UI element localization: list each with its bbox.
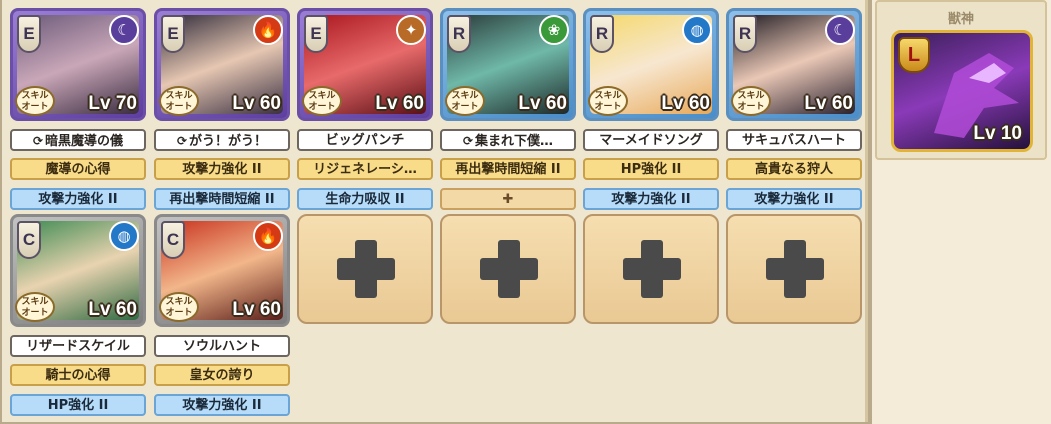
party-panel: E ☾ スキル オート Lv 70 ⟳ 暗黒魔導の儀 魔導の心得 攻撃力強化 II… (2, 0, 868, 422)
skill-name: サキュバスハート (741, 133, 846, 148)
unit-portrait-card[interactable]: C 🔥 スキル オート Lv 60 (154, 214, 290, 327)
skill-auto-badge: スキル オート (445, 86, 485, 116)
skill-label[interactable]: ⟳ 暗黒魔導の儀 (10, 129, 146, 151)
skill-name: 集まれ下僕… (475, 134, 554, 149)
rank-badge: E (17, 15, 41, 53)
unit-level: Lv 70 (88, 93, 137, 114)
ability-1[interactable]: 攻撃力強化 II (154, 158, 290, 180)
unit-level: Lv 60 (88, 299, 137, 320)
skill-name: 暗黒魔導の儀 (45, 134, 124, 149)
plus-icon-bar (623, 258, 681, 280)
skill-label[interactable]: ソウルハント (154, 335, 290, 357)
beast-level: Lv 10 (973, 123, 1022, 144)
skill-auto-badge: スキル オート (588, 86, 628, 116)
skill-label[interactable]: ⟳ がう！がう！ (154, 129, 290, 151)
ability-2[interactable]: HP強化 II (10, 394, 146, 416)
plus-icon: ✚ (502, 192, 514, 207)
unit-portrait-card[interactable]: E ✦ スキル オート Lv 60 (297, 8, 433, 121)
skill-label[interactable]: リザードスケイル (10, 335, 146, 357)
unit-portrait-card[interactable]: R ☾ スキル オート Lv 60 (726, 8, 862, 121)
cycle-icon: ⟳ (176, 134, 188, 148)
skill-label[interactable]: サキュバスハート (726, 129, 862, 151)
empty-unit-slot[interactable] (440, 214, 576, 324)
dark-element-icon: ☾ (109, 15, 139, 45)
water-element-icon: ◍ (682, 15, 712, 45)
rank-badge: E (304, 15, 328, 53)
fire-element-icon: 🔥 (253, 221, 283, 251)
skill-auto-badge: スキル オート (731, 86, 771, 116)
earth-element-icon: ✦ (396, 15, 426, 45)
rank-badge: C (161, 221, 185, 259)
unit-level: Lv 60 (804, 93, 853, 114)
unit-portrait-card[interactable]: R ◍ スキル オート Lv 60 (583, 8, 719, 121)
ability-2[interactable]: 生命力吸収 II (297, 188, 433, 210)
empty-unit-slot[interactable] (583, 214, 719, 324)
dark-element-icon: ☾ (825, 15, 855, 45)
skill-auto-badge: スキル オート (159, 292, 199, 322)
cycle-icon: ⟳ (462, 134, 474, 148)
unit-level: Lv 60 (661, 93, 710, 114)
skill-name: リザードスケイル (26, 339, 130, 354)
beast-god-card[interactable]: L Lv 10 (891, 30, 1033, 152)
ability-1[interactable]: リジェネレーシ… (297, 158, 433, 180)
beast-god-title: 獣神 (947, 12, 974, 27)
empty-unit-slot[interactable] (297, 214, 433, 324)
ability-2[interactable]: 再出撃時間短縮 II (154, 188, 290, 210)
skill-auto-badge: スキル オート (302, 86, 342, 116)
skill-label[interactable]: ビッグパンチ (297, 129, 433, 151)
ability-1[interactable]: 騎士の心得 (10, 364, 146, 386)
plus-icon-bar (766, 258, 824, 280)
rank-badge: R (447, 15, 471, 53)
unit-level: Lv 60 (232, 93, 281, 114)
unit-portrait-card[interactable]: C ◍ スキル オート Lv 60 (10, 214, 146, 327)
fire-element-icon: 🔥 (253, 15, 283, 45)
ability-1[interactable]: 皇女の誇り (154, 364, 290, 386)
ability-2[interactable]: 攻撃力強化 II (583, 188, 719, 210)
beast-god-panel: 獣神 L Lv 10 (872, 0, 1051, 424)
unit-portrait-card[interactable]: E 🔥 スキル オート Lv 60 (154, 8, 290, 121)
rank-badge: R (590, 15, 614, 53)
cycle-icon: ⟳ (32, 134, 44, 148)
ability-1[interactable]: 高貴なる狩人 (726, 158, 862, 180)
ability-2[interactable]: 攻撃力強化 II (726, 188, 862, 210)
rank-badge: E (161, 15, 185, 53)
empty-unit-slot[interactable] (726, 214, 862, 324)
skill-name: ビッグパンチ (325, 133, 405, 148)
skill-name: がう！がう！ (189, 134, 268, 149)
plus-icon-bar (480, 258, 538, 280)
skill-label[interactable]: ⟳ 集まれ下僕… (440, 129, 576, 151)
add-ability-button[interactable]: ✚ (440, 188, 576, 210)
plus-icon-bar (337, 258, 395, 280)
ability-1[interactable]: 再出撃時間短縮 II (440, 158, 576, 180)
skill-label[interactable]: マーメイドソング (583, 129, 719, 151)
ability-1[interactable]: HP強化 II (583, 158, 719, 180)
unit-portrait-card[interactable]: E ☾ スキル オート Lv 70 (10, 8, 146, 121)
unit-level: Lv 60 (375, 93, 424, 114)
rank-badge: C (17, 221, 41, 259)
skill-name: マーメイドソング (599, 133, 703, 148)
beast-god-frame: 獣神 L Lv 10 (875, 0, 1047, 160)
unit-level: Lv 60 (232, 299, 281, 320)
skill-name: ソウルハント (182, 339, 261, 354)
skill-auto-badge: スキル オート (159, 86, 199, 116)
skill-auto-badge: スキル オート (15, 292, 55, 322)
water-element-icon: ◍ (109, 221, 139, 251)
unit-portrait-card[interactable]: R ❀ スキル オート Lv 60 (440, 8, 576, 121)
skill-auto-badge: スキル オート (15, 86, 55, 116)
unit-level: Lv 60 (518, 93, 567, 114)
rank-badge: R (733, 15, 757, 53)
ability-2[interactable]: 攻撃力強化 II (10, 188, 146, 210)
beast-rank-badge: L (898, 37, 930, 73)
wind-element-icon: ❀ (539, 15, 569, 45)
ability-2[interactable]: 攻撃力強化 II (154, 394, 290, 416)
ability-1[interactable]: 魔導の心得 (10, 158, 146, 180)
